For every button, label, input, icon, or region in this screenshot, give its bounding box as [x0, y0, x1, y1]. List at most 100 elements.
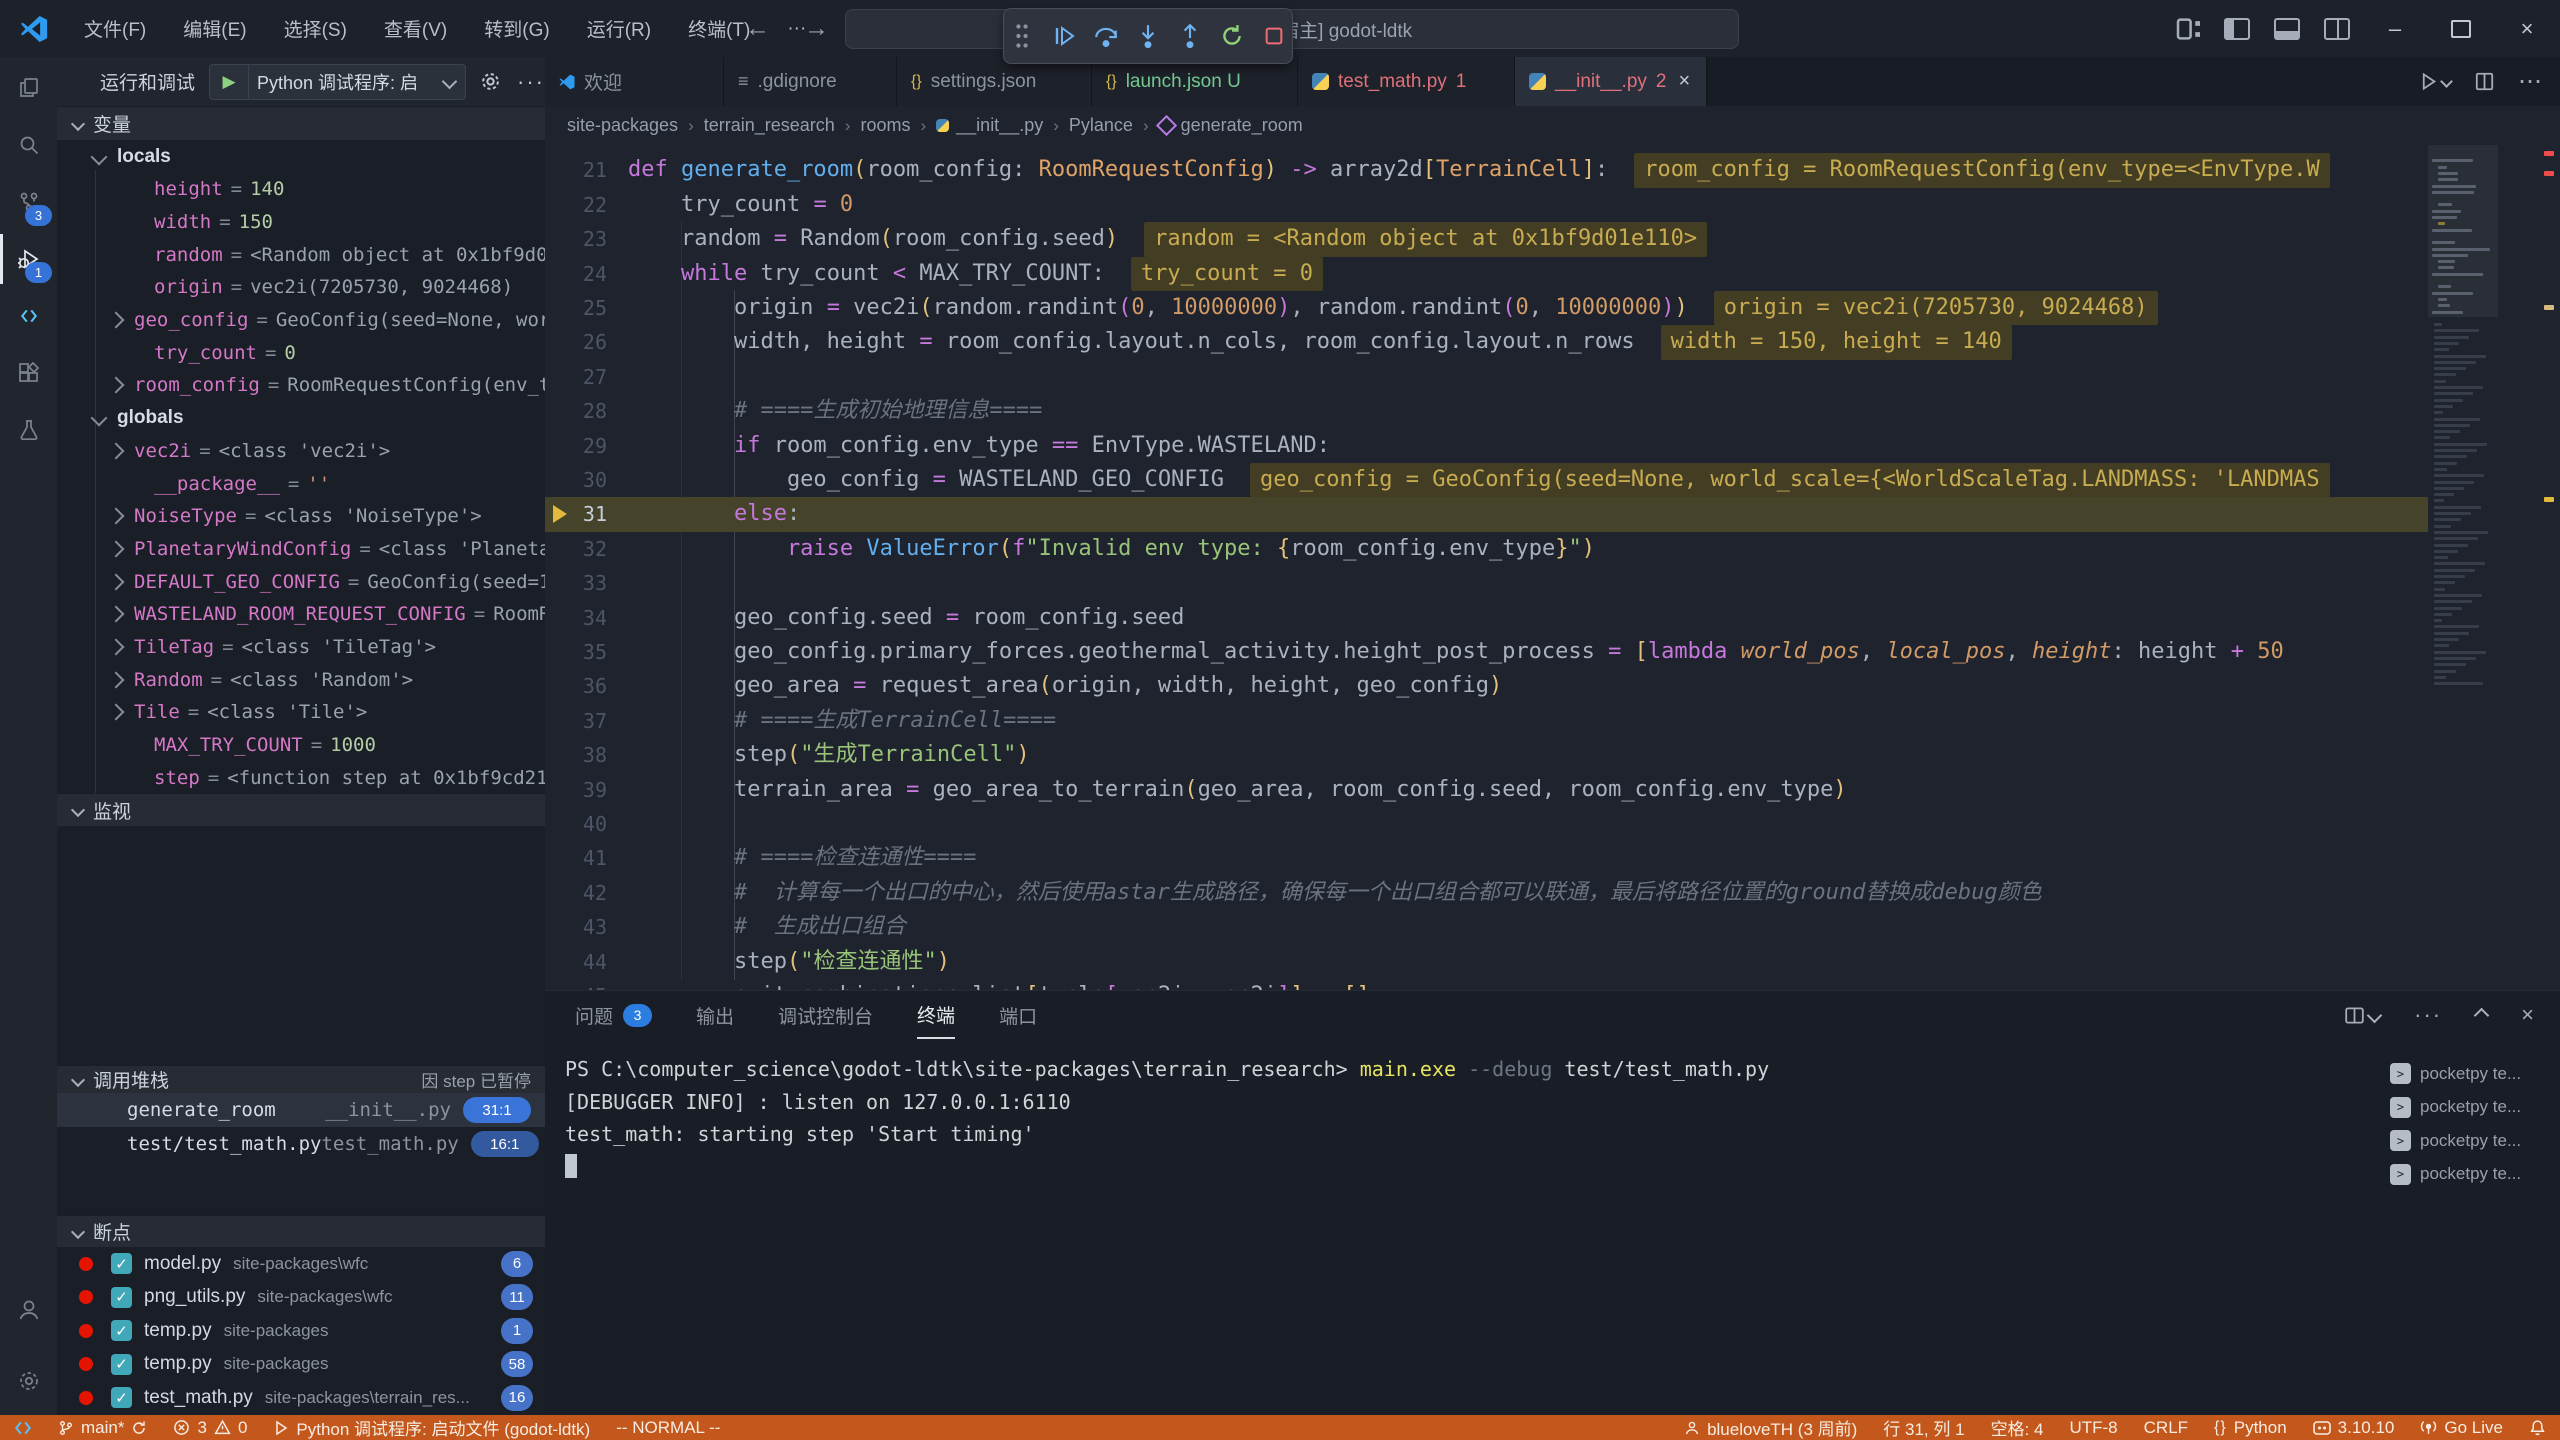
window-minimize-button[interactable]: –: [2362, 0, 2428, 57]
variable-row[interactable]: height=140: [57, 173, 545, 206]
expander-icon[interactable]: [108, 606, 125, 623]
expander-icon[interactable]: [108, 671, 125, 688]
expander-icon[interactable]: [108, 540, 125, 557]
split-editor-icon[interactable]: [2475, 72, 2494, 91]
menu-查看(V)[interactable]: 查看(V): [384, 15, 447, 42]
terminal-instance[interactable]: >pocketpy te...: [2390, 1124, 2560, 1157]
close-panel-icon[interactable]: ×: [2521, 1002, 2534, 1028]
breakpoints-section-header[interactable]: 断点: [57, 1215, 545, 1247]
breakpoint-checkbox[interactable]: ✓: [111, 1253, 132, 1274]
expander-icon[interactable]: [108, 508, 125, 525]
breakpoint-checkbox[interactable]: ✓: [111, 1387, 132, 1408]
variables-section-header[interactable]: 变量: [57, 106, 545, 140]
window-maximize-button[interactable]: [2428, 0, 2494, 57]
toggle-panel-icon[interactable]: [2274, 18, 2300, 40]
minimap[interactable]: [2428, 145, 2498, 990]
terminal-instance[interactable]: >pocketpy te...: [2390, 1158, 2560, 1191]
menu-文件(F)[interactable]: 文件(F): [84, 15, 146, 42]
status-git-branch[interactable]: main*: [58, 1418, 147, 1438]
debug-settings-gear-icon[interactable]: [480, 71, 501, 92]
variable-row[interactable]: DEFAULT_GEO_CONFIG=GeoConfig(seed=1…: [57, 565, 545, 598]
activity-extensions[interactable]: [0, 348, 57, 398]
breadcrumb-item[interactable]: terrain_research: [704, 115, 835, 136]
tab-.gdignore[interactable]: ≡.gdignore: [724, 57, 897, 106]
code-editor[interactable]: 2021def generate_room(room_config: RoomR…: [545, 145, 2560, 990]
expander-icon[interactable]: [108, 312, 125, 329]
variable-row[interactable]: WASTELAND_ROOM_REQUEST_CONFIG=RoomR…: [57, 598, 545, 631]
breakpoint-checkbox[interactable]: ✓: [111, 1354, 132, 1375]
callstack-section-header[interactable]: 调用堆栈 因 step 已暂停: [57, 1065, 545, 1093]
variable-row[interactable]: MAX_TRY_COUNT=1000: [57, 729, 545, 762]
breakpoint-checkbox[interactable]: ✓: [111, 1320, 132, 1341]
variable-row[interactable]: globals: [57, 402, 545, 435]
breadcrumb-item[interactable]: Pylance: [1069, 115, 1133, 136]
expander-icon[interactable]: [108, 442, 125, 459]
close-icon[interactable]: ×: [1678, 70, 1690, 93]
debug-config-select[interactable]: ▶ Python 调试程序: 启: [209, 64, 466, 100]
variable-row[interactable]: random=<Random object at 0x1bf9d01e…: [57, 238, 545, 271]
start-debug-icon[interactable]: ▶: [210, 65, 249, 99]
activity-run-and-debug[interactable]: 1: [0, 234, 57, 284]
status-eol[interactable]: CRLF: [2144, 1418, 2188, 1438]
status-go-live[interactable]: Go Live: [2420, 1418, 2503, 1438]
breakpoint-row[interactable]: ✓temp.pysite-packages1: [57, 1314, 545, 1347]
customize-layout-icon[interactable]: [2176, 18, 2202, 40]
breadcrumb-item[interactable]: __init__.py: [936, 115, 1043, 136]
callstack-frame[interactable]: generate_room__init__.py31:1: [57, 1093, 545, 1127]
variable-row[interactable]: __package__='': [57, 467, 545, 500]
status-problems[interactable]: 30: [173, 1418, 247, 1438]
terminal-instance[interactable]: >pocketpy te...: [2390, 1057, 2560, 1090]
restart-icon[interactable]: [1214, 17, 1250, 55]
variable-row[interactable]: try_count=0: [57, 336, 545, 369]
step-out-icon[interactable]: [1172, 17, 1208, 55]
status-encoding[interactable]: UTF-8: [2069, 1418, 2117, 1438]
breadcrumb-item[interactable]: generate_room: [1159, 115, 1303, 136]
activity-source-control[interactable]: 3: [0, 177, 57, 227]
step-over-icon[interactable]: [1088, 17, 1124, 55]
tab-settings.json[interactable]: {}settings.json: [897, 57, 1092, 106]
variable-row[interactable]: vec2i=<class 'vec2i'>: [57, 434, 545, 467]
terminal-output[interactable]: PS C:\computer_science\godot-ldtk\site-p…: [565, 1053, 2360, 1183]
variable-row[interactable]: Tile=<class 'Tile'>: [57, 696, 545, 729]
breadcrumb-item[interactable]: rooms: [860, 115, 910, 136]
menu-转到(G)[interactable]: 转到(G): [484, 15, 549, 42]
panel-tab-问题[interactable]: 问题3: [575, 991, 652, 1039]
activity-remote-explorer[interactable]: [0, 291, 57, 341]
status-language-mode[interactable]: {}Python: [2214, 1418, 2287, 1438]
drag-handle-icon[interactable]: [1004, 17, 1040, 55]
panel-tab-端口[interactable]: 端口: [999, 991, 1037, 1039]
status-vim-mode[interactable]: -- NORMAL --: [616, 1418, 720, 1438]
menu-编辑(E)[interactable]: 编辑(E): [183, 15, 246, 42]
breakpoint-checkbox[interactable]: ✓: [111, 1287, 132, 1308]
run-python-file-icon[interactable]: [2419, 72, 2451, 91]
breadcrumb-item[interactable]: site-packages: [567, 115, 678, 136]
variable-row[interactable]: PlanetaryWindConfig=<class 'Planeta…: [57, 532, 545, 565]
views-more-actions-icon[interactable]: ···: [517, 69, 545, 95]
toggle-secondary-sidebar-icon[interactable]: [2324, 18, 2350, 40]
panel-more-actions-icon[interactable]: ···: [2414, 1002, 2442, 1028]
nav-back-icon[interactable]: ←: [745, 14, 770, 43]
terminal-split-icon[interactable]: [2345, 1006, 2380, 1025]
expander-icon[interactable]: [108, 573, 125, 590]
status-notifications[interactable]: [2529, 1419, 2546, 1436]
variable-row[interactable]: geo_config=GeoConfig(seed=None, wor…: [57, 304, 545, 337]
tab-__init__.py[interactable]: __init__.py2×: [1515, 57, 1707, 106]
variable-row[interactable]: room_config=RoomRequestConfig(env_t…: [57, 369, 545, 402]
variable-row[interactable]: Random=<class 'Random'>: [57, 663, 545, 696]
continue-icon[interactable]: [1046, 17, 1082, 55]
tab-欢迎[interactable]: 欢迎: [545, 57, 724, 106]
nav-forward-icon[interactable]: →: [804, 14, 829, 43]
callstack-frame[interactable]: test/test_math.pytest_math.py16:1: [57, 1127, 545, 1161]
status-git-author[interactable]: blueloveTH (3 周前): [1684, 1415, 1857, 1440]
activity-testing[interactable]: [0, 405, 57, 455]
panel-tab-终端[interactable]: 终端: [917, 991, 955, 1039]
activity-accounts[interactable]: [0, 1285, 57, 1335]
status-remote-indicator[interactable]: [14, 1419, 32, 1437]
step-into-icon[interactable]: [1130, 17, 1166, 55]
variable-row[interactable]: TileTag=<class 'TileTag'>: [57, 631, 545, 664]
variable-row[interactable]: origin=vec2i(7205730, 9024468): [57, 271, 545, 304]
breakpoint-row[interactable]: ✓png_utils.pysite-packages\wfc11: [57, 1281, 545, 1314]
breakpoint-row[interactable]: ✓temp.pysite-packages58: [57, 1348, 545, 1381]
maximize-panel-icon[interactable]: [2474, 1007, 2490, 1023]
editor-more-actions-icon[interactable]: ⋯: [2518, 67, 2542, 96]
